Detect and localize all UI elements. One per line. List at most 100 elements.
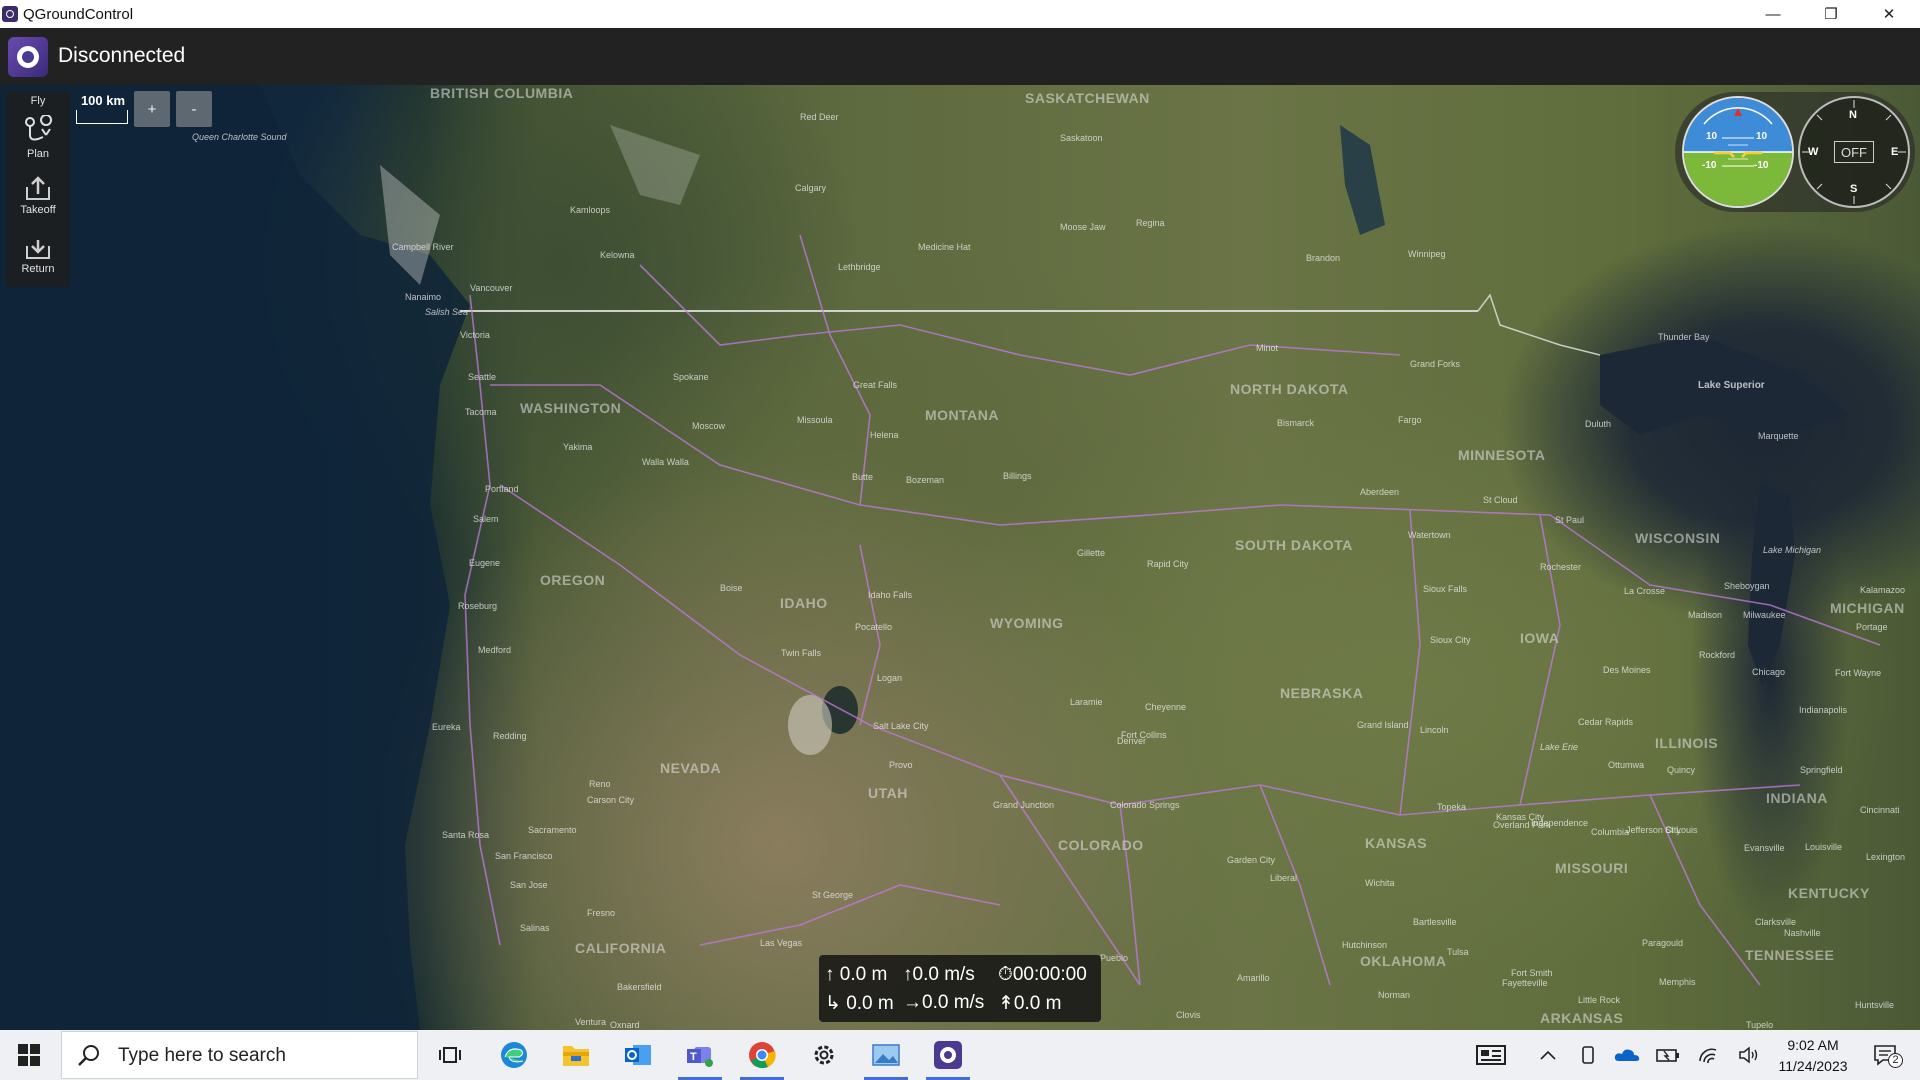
map-region-label: SASKATCHEWAN	[1025, 90, 1150, 106]
return-icon	[26, 240, 50, 259]
photos-taskbar-button[interactable]	[858, 1030, 914, 1080]
map-city-label: Grand Forks	[1410, 359, 1461, 369]
map-city-label: Evansville	[1744, 843, 1785, 853]
plan-button[interactable]: Plan	[6, 115, 70, 160]
map-region-label: WYOMING	[990, 615, 1064, 631]
map-region-label: ARKANSAS	[1540, 1010, 1624, 1026]
map-terrain	[0, 85, 1881, 1030]
battery-icon[interactable]	[1654, 1043, 1682, 1067]
map-city-label: Salt Lake City	[873, 721, 929, 731]
chevron-up-icon[interactable]	[1535, 1043, 1561, 1067]
map-region-label: IOWA	[1520, 630, 1560, 646]
clock-time: 9:02 AM	[1787, 1037, 1839, 1053]
map-region-label: IDAHO	[780, 595, 828, 611]
map-city-label: Victoria	[460, 330, 490, 340]
map-city-label: Clovis	[1176, 1010, 1201, 1020]
compass-east-label: E	[1891, 146, 1899, 158]
map-city-label: Fargo	[1398, 415, 1422, 425]
map-city-label: Salinas	[520, 923, 550, 933]
map-city-label: St Paul	[1555, 515, 1585, 525]
map-city-label: La Crosse	[1624, 586, 1666, 596]
map-city-label: Walla Walla	[642, 457, 689, 467]
qgc-menu-icon[interactable]	[8, 37, 48, 77]
task-view-button[interactable]	[422, 1030, 478, 1080]
map-region-label: NORTH DAKOTA	[1230, 381, 1349, 397]
map-city-label: Bartlesville	[1413, 917, 1457, 927]
map-city-label: Bakersfield	[617, 982, 662, 992]
notifications-button[interactable]: 2	[1866, 1043, 1906, 1068]
teams-taskbar-button[interactable]: T	[672, 1030, 728, 1080]
map-city-label: Portland	[485, 484, 519, 494]
map-city-label: Kelowna	[600, 250, 635, 260]
attitude-indicator: 10 10 -10 -10	[1682, 96, 1794, 208]
map-region-label: INDIANA	[1766, 790, 1828, 806]
map-region-label: MICHIGAN	[1830, 600, 1905, 616]
chrome-taskbar-button[interactable]	[734, 1030, 790, 1080]
map-city-label: Redding	[493, 731, 527, 741]
map-region-label: MINNESOTA	[1458, 447, 1546, 463]
takeoff-button[interactable]: Takeoff	[6, 175, 70, 216]
news-widget-icon[interactable]	[1474, 1043, 1508, 1067]
qgroundcontrol-taskbar-button[interactable]	[920, 1030, 976, 1080]
qgroundcontrol-icon	[934, 1041, 962, 1069]
return-button[interactable]: Return	[6, 234, 70, 275]
map-city-label: Saskatoon	[1060, 133, 1103, 143]
map-city-label: Paragould	[1642, 938, 1684, 948]
map-city-label: Quincy	[1667, 765, 1696, 775]
map-city-label: Overland Park	[1493, 820, 1551, 830]
compass-south-label: S	[1850, 183, 1858, 195]
map-city-label: St Louis	[1665, 825, 1698, 835]
map-city-label: Roseburg	[458, 601, 498, 611]
altitude-value: 0.0 m	[839, 964, 888, 985]
map-city-label: Minot	[1256, 343, 1279, 353]
file-explorer-taskbar-button[interactable]	[548, 1030, 604, 1080]
map-city-label: St Cloud	[1483, 495, 1518, 505]
window-title: QGroundControl	[23, 6, 134, 23]
search-input[interactable]	[116, 1044, 400, 1068]
zoom-out-button[interactable]: -	[176, 91, 212, 127]
wifi-icon[interactable]	[1695, 1043, 1723, 1067]
map-city-label: Cheyenne	[1145, 702, 1187, 712]
taskbar-search-box[interactable]	[61, 1031, 418, 1079]
distance-home-icon: ↳	[825, 993, 841, 1014]
close-button[interactable]: ✕	[1866, 0, 1912, 28]
map-city-label: Santa Rosa	[442, 830, 490, 840]
zoom-in-button[interactable]: +	[134, 91, 170, 127]
flight-time-value: 00:00:00	[1012, 964, 1087, 985]
map-city-label: Laramie	[1070, 697, 1103, 707]
map-city-label: Moose Jaw	[1060, 222, 1106, 232]
minimize-button[interactable]: —	[1750, 0, 1796, 28]
map-city-label: Bismarck	[1277, 418, 1315, 428]
map-city-label: Winnipeg	[1408, 249, 1446, 259]
outlook-taskbar-button[interactable]	[610, 1030, 666, 1080]
settings-taskbar-button[interactable]	[796, 1030, 852, 1080]
map-city-label: Fayetteville	[1502, 978, 1548, 988]
map-city-label: Billings	[1003, 471, 1032, 481]
map-city-label: Lincoln	[1420, 725, 1449, 735]
map-city-label: Garden City	[1227, 855, 1276, 865]
map-city-label: Clarksville	[1755, 917, 1797, 927]
map-view[interactable]: BRITISH COLUMBIA SASKATCHEWAN WASHINGTON…	[0, 85, 1920, 1030]
taskbar-clock[interactable]: 9:02 AM 11/24/2023	[1766, 1035, 1860, 1077]
onedrive-icon[interactable]	[1612, 1043, 1642, 1067]
restore-button[interactable]: ❐	[1808, 0, 1854, 28]
map-city-label: Memphis	[1659, 977, 1696, 987]
map-water-label: Queen Charlotte Sound	[192, 132, 287, 142]
start-button[interactable]	[0, 1030, 58, 1080]
map-region-label: UTAH	[868, 785, 908, 801]
map-city-label: Brandon	[1306, 253, 1341, 263]
photos-icon	[872, 1044, 900, 1066]
connection-status[interactable]: Disconnected	[58, 44, 185, 68]
compass-north-label: N	[1849, 109, 1857, 121]
map-city-label: Eugene	[469, 558, 501, 568]
distance-waypoint-value: 0.0 m	[1013, 993, 1062, 1014]
edge-taskbar-button[interactable]	[486, 1030, 542, 1080]
map-city-label: Missoula	[797, 415, 833, 425]
device-icon[interactable]	[1576, 1043, 1600, 1067]
file-explorer-icon	[563, 1046, 589, 1066]
map-city-label: Sacramento	[528, 825, 577, 835]
map-city-label: Kalamazoo	[1860, 585, 1906, 595]
telemetry-panel[interactable]: ↑ 0.0 m ↑0.0 m/s ⏱00:00:00 ↳ 0.0 m →0.0 …	[819, 955, 1101, 1022]
distance-home-value: 0.0 m	[846, 993, 894, 1014]
volume-icon[interactable]	[1735, 1043, 1763, 1067]
